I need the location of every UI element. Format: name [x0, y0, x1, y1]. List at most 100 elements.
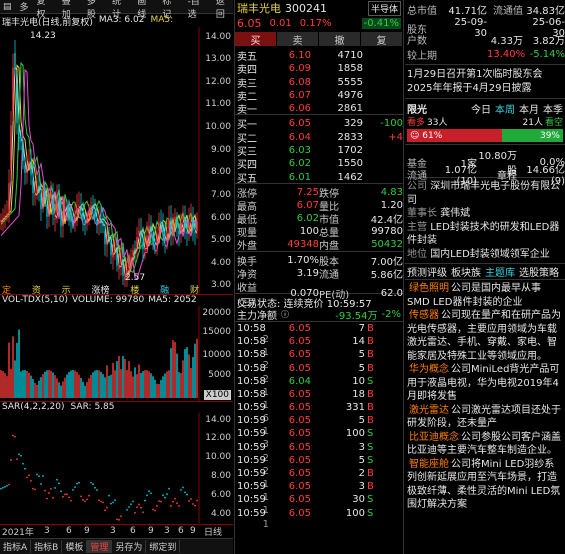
ask-row[interactable]: 卖五 6.10 4710 — [237, 48, 401, 63]
volume-bar — [138, 364, 140, 398]
sar-dot — [148, 490, 150, 493]
candle-body — [110, 240, 112, 256]
profile-label: 地位 — [407, 248, 427, 260]
tab-bind[interactable]: 绑定到 — [146, 540, 181, 553]
profile-label: 主营 — [407, 221, 427, 233]
tick-price: 6.05 — [288, 388, 311, 400]
tick-time: 10:58 — [237, 375, 266, 387]
candle-body — [70, 216, 72, 222]
tab-template[interactable]: 模板 — [62, 540, 88, 553]
ask-row[interactable]: 卖三 6.08 5555 — [237, 75, 401, 90]
sar-dot — [76, 482, 78, 485]
x-tick: 6 — [66, 526, 72, 536]
theme-item: 华为概念 公司MiniLed背光产品可用于液晶电视，华为电视2019年4月即将发售 — [407, 363, 563, 404]
sector-label[interactable]: 半导体 — [367, 0, 401, 16]
ask-price: 6.08 — [288, 76, 311, 88]
y-tick: 6.00 — [210, 213, 231, 223]
vol-value: VOLUME: 99780 — [72, 295, 145, 305]
link-theme-library[interactable]: 主题库 — [485, 264, 515, 279]
bid-row[interactable]: 买一 6.05 329 -100 — [237, 116, 403, 131]
sar-y-axis: 14.00 12.00 10.00 8.00 6.00 4.00 — [199, 413, 233, 523]
candle-body — [132, 250, 134, 256]
ask-row[interactable]: 卖二 6.07 4976 — [237, 88, 401, 103]
vote-tab-week[interactable]: 本周 — [495, 101, 515, 116]
vote-box: 限光 今日 本周 本月 本季 看多 33人 21人 看空 ☺ 61% 39% — [405, 99, 565, 145]
tab-manage[interactable]: 管理 — [87, 540, 113, 553]
volume-bar — [28, 372, 30, 398]
bid-row[interactable]: 买五 6.01 1462 — [237, 170, 401, 185]
y-tick: 15000 — [202, 327, 231, 337]
notice-line[interactable]: 2025年年报于4月29日披露 — [407, 82, 563, 96]
vote-tab-quarter[interactable]: 本季 — [543, 101, 563, 116]
sar-dot — [146, 494, 148, 497]
toolbar-menu-icon[interactable]: ▤ — [3, 2, 12, 12]
finance-cell: 流通值 — [493, 6, 523, 17]
tick-time: 10:58 — [237, 336, 266, 348]
volume-bar — [48, 370, 50, 398]
toolbar-item-multi[interactable]: 多 — [20, 0, 29, 13]
theme-tag[interactable]: 智能座舱 — [407, 458, 451, 472]
copy-button[interactable]: 复 — [361, 32, 403, 47]
volume-bar — [152, 376, 154, 398]
ask-price: 6.07 — [288, 89, 311, 101]
volume-bar — [56, 378, 58, 398]
info-icon[interactable]: ⓘ — [281, 309, 289, 320]
tick-price: 6.05 — [288, 468, 311, 480]
price-change: 0.01 — [269, 17, 292, 29]
period-label[interactable]: 日线 — [204, 525, 222, 538]
sell-button[interactable]: 卖 — [277, 32, 319, 47]
vote-tab-month[interactable]: 本月 — [519, 101, 539, 116]
candle-body — [186, 231, 188, 234]
volume-bar — [182, 360, 184, 398]
volume-bar — [124, 358, 126, 398]
cancel-order-button[interactable]: 撤 — [319, 32, 361, 47]
theme-tag[interactable]: 绿色照明 — [407, 282, 451, 296]
volume-bar — [134, 367, 136, 398]
link-strategy[interactable]: 选股策略 — [519, 264, 559, 279]
bid-price: 6.04 — [288, 131, 311, 143]
notice-line[interactable]: 1月29日召开第1次临时股东会 — [407, 68, 563, 82]
sar-dot — [172, 500, 174, 503]
net-flow-value: -93.54万 — [335, 310, 378, 322]
theme-item: 智能座舱 公司将Mini LED羽纱系列创新延展应用至汽车场景，打造极致纤薄、柔性… — [407, 458, 563, 512]
ask-row[interactable]: 卖一 6.06 2861 — [237, 101, 401, 116]
sar-dot — [74, 486, 76, 489]
bid-row[interactable]: 买四 6.02 1550 — [237, 156, 401, 171]
volume-bar — [194, 343, 196, 398]
sar-dot — [8, 483, 10, 486]
tab-indicator-b[interactable]: 指标B — [31, 540, 63, 553]
vote-tab-today[interactable]: 今日 — [471, 101, 491, 116]
tab-save-as[interactable]: 另存为 — [112, 540, 147, 553]
bid-row[interactable]: 买三 6.03 1702 — [237, 143, 401, 158]
sar-dot — [130, 503, 132, 506]
tab-indicator-a[interactable]: 指标A — [0, 540, 32, 553]
tick-time: 10:59 — [237, 415, 266, 427]
quote-panel: 瑞丰光电 300241 半导体 6.05 0.01 0.17% -0.41% 买… — [234, 0, 404, 554]
link-rating[interactable]: 预测评级 — [407, 264, 447, 279]
bull-label: 看多 — [407, 117, 426, 128]
volume-header: VOL-TDX(5,10) VOLUME: 99780 MA5: 2052 — [0, 294, 233, 306]
theme-tag[interactable]: 激光雷达 — [407, 404, 451, 418]
theme-tag[interactable]: 华为概念 — [407, 363, 451, 377]
x-axis: 2021年 3 6 9 3 6 9 3 6 9 日线 — [0, 524, 233, 538]
sar-dot — [196, 499, 198, 502]
link-sector-family[interactable]: 板块族 — [451, 264, 481, 279]
sar-dot — [150, 492, 152, 495]
sar-dot — [10, 459, 12, 461]
buy-button[interactable]: 买 — [235, 32, 277, 47]
candle-body — [52, 197, 54, 215]
theme-tag[interactable]: 比亚迪概念 — [407, 431, 461, 445]
candle-body — [176, 218, 178, 228]
vote-bar[interactable]: ☺ 61% 39% — [407, 129, 563, 142]
tick-row: 10:58 6.05 18 B 1 — [237, 388, 401, 411]
candle-body — [56, 198, 58, 214]
tick-price: 6.05 — [288, 349, 311, 361]
ask-row[interactable]: 卖四 6.09 1858 — [237, 61, 401, 76]
candle-body — [196, 221, 198, 232]
theme-tag[interactable]: 传感器 — [407, 309, 441, 323]
candle-body — [12, 67, 14, 111]
stat-value: 49348 — [287, 238, 319, 250]
sar-dot — [60, 490, 62, 493]
bid-row[interactable]: 买二 6.04 2833 +4 — [237, 130, 403, 145]
bid-book: 买一 6.05 329 -100 买二 6.04 2833 +4 买三 6.03 1702 买四 6.0… — [235, 115, 403, 185]
